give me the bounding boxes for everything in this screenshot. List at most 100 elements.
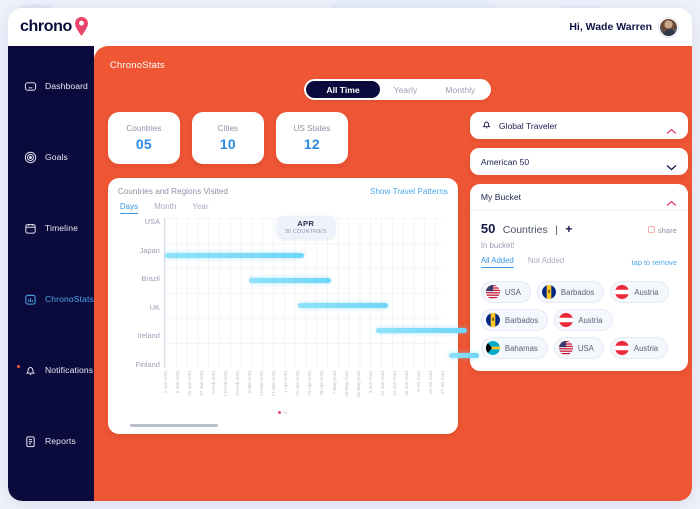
country-chip[interactable]: Austria xyxy=(609,337,669,359)
chart-title: Countries and Regions Visited xyxy=(117,187,228,196)
country-chip[interactable]: Barbados xyxy=(536,281,605,303)
american-50-row[interactable]: American 50 xyxy=(469,148,688,175)
sidebar-item-notifications[interactable]: Notifications xyxy=(8,352,94,388)
country-chip[interactable]: Austria xyxy=(554,309,613,331)
country-chip-label: Austria xyxy=(633,343,659,353)
country-chip-label: Austria xyxy=(578,315,603,325)
american-50-label: American 50 xyxy=(480,156,530,167)
x-tick-label: 27-Jan-2021 xyxy=(199,370,205,396)
global-traveler-row[interactable]: Global Traveler xyxy=(469,112,688,139)
sidebar-item-goals[interactable]: Goals xyxy=(8,139,94,175)
x-tick-label: 21-Mar-2021 xyxy=(271,370,277,397)
brand-logo[interactable]: chrono xyxy=(20,16,89,36)
user-greeting[interactable]: Hi, Wade Warren xyxy=(569,17,678,37)
page-title: ChronoStats xyxy=(109,60,165,71)
gantt-bar[interactable] xyxy=(297,303,389,308)
stat-label: Cities xyxy=(217,124,239,133)
gantt-bar[interactable] xyxy=(164,253,304,258)
tab-year[interactable]: Year xyxy=(192,202,208,214)
country-chip[interactable]: Austria xyxy=(610,281,669,303)
stat-label: Countries xyxy=(126,124,162,133)
horizontal-scrollbar[interactable] xyxy=(129,424,218,427)
avatar[interactable] xyxy=(659,17,678,37)
time-range-segmented-control: All Time Yearly Monthly xyxy=(108,79,688,100)
chevron-up-icon[interactable] xyxy=(666,122,677,134)
country-chip-label: Austria xyxy=(634,287,659,297)
share-button[interactable]: share xyxy=(647,226,677,235)
share-icon xyxy=(647,226,655,235)
pagination-dot[interactable] xyxy=(284,411,288,414)
sidebar-item-settings[interactable]: Settings xyxy=(8,494,94,501)
flag-bahamas-icon xyxy=(485,341,500,355)
flag-austria-icon xyxy=(614,341,629,355)
tab-days[interactable]: Days xyxy=(119,202,139,214)
tab-month[interactable]: Month xyxy=(154,202,176,214)
tab-not-added[interactable]: Not Added xyxy=(528,256,564,268)
gantt-chart: USA Japan Brazil UK Ireland Finland APR xyxy=(120,216,479,398)
x-tick-label: 3-Mar-2021 xyxy=(247,370,253,394)
main-content: ChronoStats All Time Yearly Monthly Coun… xyxy=(93,46,692,501)
target-icon xyxy=(24,151,37,164)
country-chip-list: USA Barbados Austria Barbados Austria Bahamas… xyxy=(480,281,677,359)
sidebar-item-label: Dashboard xyxy=(45,81,88,91)
sidebar-item-label: ChronoStats xyxy=(45,294,94,304)
flag-usa-icon xyxy=(558,341,573,355)
y-tick-label: Japan xyxy=(139,245,160,255)
chart-pagination-dots[interactable] xyxy=(108,411,458,414)
x-tick-label: 5-Feb-2021 xyxy=(211,370,217,394)
x-tick-label: 23-Feb-2021 xyxy=(235,370,241,397)
gantt-bar[interactable] xyxy=(376,328,467,333)
x-tick-label: 18-Jul-2021 xyxy=(427,370,433,395)
stat-value: 12 xyxy=(303,136,320,152)
user-name: Hi, Wade Warren xyxy=(569,21,652,33)
show-travel-patterns-link[interactable]: Show Travel Patterns xyxy=(370,187,448,196)
stat-card-us-states[interactable]: US States 12 xyxy=(275,112,348,164)
x-tick-label: 12-Jun-2021 xyxy=(379,370,385,396)
stat-card-countries[interactable]: Countries 05 xyxy=(107,112,180,164)
sidebar-item-chronostats[interactable]: ChronoStats xyxy=(8,281,94,317)
bar-chart-icon xyxy=(24,293,37,306)
sidebar-item-dashboard[interactable]: Dashboard xyxy=(8,68,94,104)
country-chip[interactable]: USA xyxy=(480,281,531,303)
bucket-separator: | xyxy=(555,224,558,236)
tap-to-remove-hint[interactable]: tap to remove xyxy=(632,258,677,267)
gantt-bar[interactable] xyxy=(249,278,331,283)
x-tick-label: 7-May-2021 xyxy=(331,370,337,395)
country-chip[interactable]: Bahamas xyxy=(480,337,548,359)
share-label: share xyxy=(657,226,677,235)
country-chip-label: Bahamas xyxy=(504,343,538,353)
chevron-down-icon[interactable] xyxy=(666,158,677,171)
chart-plot-area[interactable]: APR 30 COUNTRIES xyxy=(163,216,479,368)
stats-cards: Countries 05 Cities 10 US States 12 xyxy=(107,112,458,164)
global-traveler-label: Global Traveler xyxy=(498,120,558,131)
tab-all-added[interactable]: All Added xyxy=(480,256,514,268)
tab-all-time[interactable]: All Time xyxy=(306,81,380,98)
stat-card-cities[interactable]: Cities 10 xyxy=(191,112,264,164)
bucket-count: 50 xyxy=(480,221,496,236)
y-tick-label: Brazil xyxy=(141,274,160,284)
country-chip-label: USA xyxy=(504,287,521,297)
pagination-dot[interactable] xyxy=(278,411,282,414)
stat-label: US States xyxy=(293,124,331,133)
tab-monthly[interactable]: Monthly xyxy=(431,81,489,98)
gantt-bar[interactable] xyxy=(448,353,479,358)
x-tick-label: 30-Jun-2021 xyxy=(403,370,409,396)
stat-value: 05 xyxy=(135,136,152,152)
chevron-up-icon[interactable] xyxy=(666,194,677,206)
country-chip[interactable]: USA xyxy=(553,337,604,359)
sidebar-item-timeline[interactable]: Timeline xyxy=(8,210,94,246)
x-tick-label: 25-May-2021 xyxy=(355,370,361,398)
country-chip-label: Barbados xyxy=(560,287,595,297)
my-bucket-panel: My Bucket 50 Countries | + share In buck… xyxy=(469,184,688,371)
x-tick-label: 21-Jun-2021 xyxy=(391,370,397,396)
bucket-title: My Bucket xyxy=(480,192,521,202)
brand-name: chrono xyxy=(20,18,72,35)
sidebar-item-reports[interactable]: Reports xyxy=(8,423,94,459)
x-tick-label: 27-Jul-2021 xyxy=(439,370,445,395)
country-chip[interactable]: Barbados xyxy=(480,309,549,331)
sidebar: Dashboard Goals Timeline ChronoStats Not… xyxy=(8,46,94,501)
x-tick-label: 14-Feb-2021 xyxy=(223,370,229,397)
tab-yearly[interactable]: Yearly xyxy=(380,81,432,98)
add-country-button[interactable]: + xyxy=(565,222,572,236)
x-tick-label: 16-May-2021 xyxy=(343,370,349,398)
